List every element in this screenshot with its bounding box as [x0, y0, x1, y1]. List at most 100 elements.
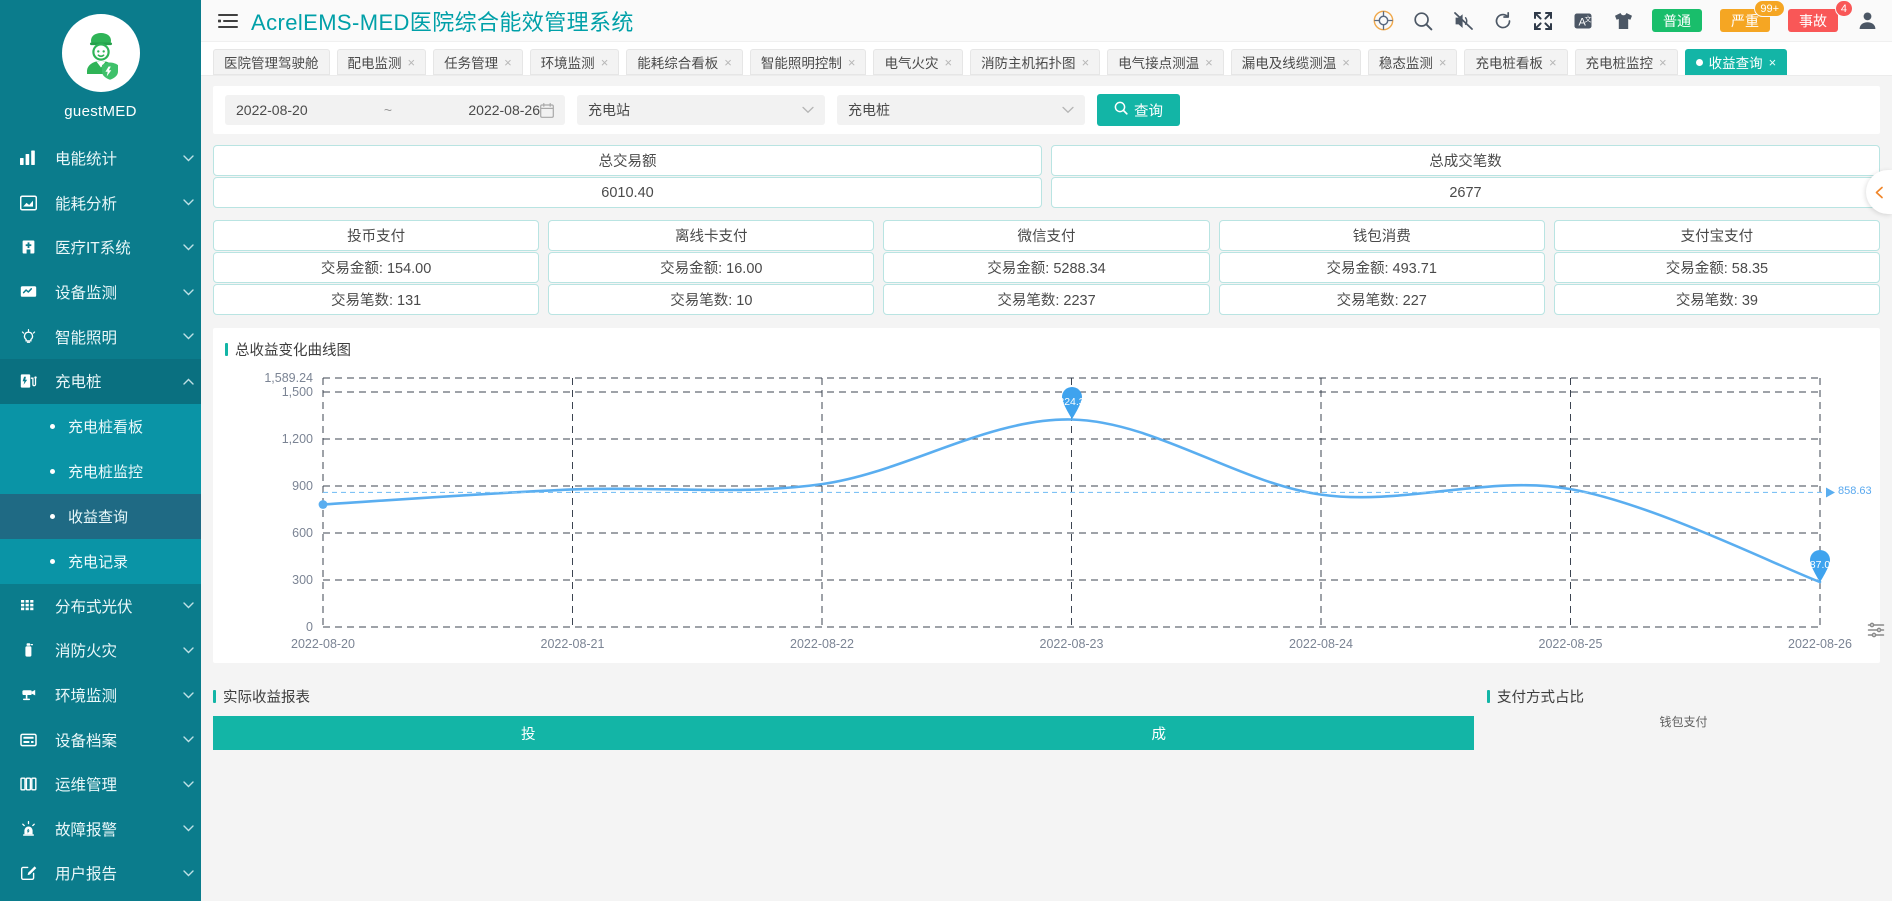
search-icon[interactable]	[1412, 10, 1434, 32]
tab-label: 充电桩看板	[1475, 52, 1543, 72]
bar-chart-icon	[20, 148, 46, 168]
refresh-icon[interactable]	[1492, 10, 1514, 32]
close-icon[interactable]: ×	[601, 56, 609, 69]
sidebar-subitem-充电桩看板[interactable]: 充电桩看板	[0, 404, 201, 449]
station-select[interactable]: 充电站	[577, 95, 825, 125]
chevron-down-icon	[175, 244, 201, 251]
tab-收益查询[interactable]: 收益查询 ×	[1685, 49, 1788, 75]
chevron-left-icon	[1874, 186, 1885, 199]
average-arrow-icon	[1826, 487, 1835, 497]
sidebar-item-电能统计[interactable]: 电能统计	[0, 136, 201, 181]
sidebar-item-运维管理[interactable]: 运维管理	[0, 762, 201, 807]
summary-card-总交易额: 总交易额 6010.40	[213, 145, 1042, 208]
station-select-value: 充电站	[588, 100, 802, 120]
close-icon[interactable]: ×	[724, 56, 732, 69]
average-value-label: 858.63	[1838, 485, 1872, 497]
sidebar-subitem-充电桩监控[interactable]: 充电桩监控	[0, 449, 201, 494]
report-table-header: 投 成	[213, 716, 1474, 750]
close-icon[interactable]: ×	[848, 56, 856, 69]
alarm-pill-accident-wrap: 事故 4	[1788, 9, 1838, 32]
chevron-down-icon	[175, 736, 201, 743]
tab-消防主机拓扑图[interactable]: 消防主机拓扑图×	[970, 49, 1100, 75]
tab-label: 环境监测	[541, 52, 595, 72]
date-start-value: 2022-08-20	[236, 102, 308, 118]
sidebar-item-label: 消防火灾	[55, 639, 175, 661]
alarm-pill-accident[interactable]: 事故	[1788, 9, 1838, 32]
sidebar-item-用户报告[interactable]: 用户报告	[0, 851, 201, 896]
close-icon[interactable]: ×	[1549, 56, 1557, 69]
sidebar-item-医疗IT系统[interactable]: 医疗IT系统	[0, 225, 201, 270]
bulb-icon	[20, 327, 46, 347]
sidebar-item-智能照明[interactable]: 智能照明	[0, 314, 201, 359]
close-icon[interactable]: ×	[1342, 56, 1350, 69]
tab-配电监测[interactable]: 配电监测×	[337, 49, 427, 75]
fullscreen-icon[interactable]	[1532, 10, 1554, 32]
pie-title: 支付方式占比	[1487, 675, 1880, 707]
x-axis-tick-label: 2022-08-21	[541, 637, 605, 651]
sidebar-item-故障报警[interactable]: 故障报警	[0, 807, 201, 852]
close-icon[interactable]: ×	[944, 56, 952, 69]
hospital-icon	[20, 237, 46, 257]
bullet-dot-icon	[50, 469, 55, 474]
tab-漏电及线缆测温[interactable]: 漏电及线缆测温×	[1231, 49, 1361, 75]
user-avatar-icon[interactable]	[1856, 10, 1878, 32]
x-axis-tick-label: 2022-08-25	[1539, 637, 1603, 651]
avatar[interactable]	[62, 14, 140, 92]
payment-card-title: 钱包消费	[1219, 220, 1545, 251]
tab-稳态监测[interactable]: 稳态监测×	[1368, 49, 1458, 75]
close-icon[interactable]: ×	[1659, 56, 1667, 69]
svg-text:文: 文	[1585, 14, 1592, 23]
tab-医院管理驾驶舱[interactable]: 医院管理驾驶舱	[213, 49, 330, 75]
sidebar-subitem-收益查询[interactable]: 收益查询	[0, 494, 201, 539]
content-area: 2022-08-20 ~ 2022-08-26 充电站 充电桩	[201, 76, 1892, 901]
sidebar-item-label: 用户报告	[55, 862, 175, 884]
close-icon[interactable]: ×	[408, 56, 416, 69]
pile-select[interactable]: 充电桩	[837, 95, 1085, 125]
alarm-pill-normal[interactable]: 普通	[1652, 9, 1702, 32]
tab-bar: 医院管理驾驶舱 配电监测× 任务管理× 环境监测 × 能耗综合看板× 智能照明控制…	[201, 42, 1892, 76]
tab-能耗综合看板[interactable]: 能耗综合看板×	[626, 49, 743, 75]
sidebar-item-分布式光伏[interactable]: 分布式光伏	[0, 584, 201, 629]
hamburger-icon[interactable]	[217, 10, 239, 32]
tab-智能照明控制[interactable]: 智能照明控制×	[750, 49, 867, 75]
tab-任务管理[interactable]: 任务管理×	[433, 49, 523, 75]
sidebar-item-环境监测[interactable]: 环境监测	[0, 673, 201, 718]
theme-shirt-icon[interactable]	[1612, 10, 1634, 32]
chevron-down-icon	[175, 870, 201, 877]
revenue-line-chart[interactable]: 03006009001,2001,5001,589.242022-08-2020…	[213, 360, 1880, 663]
close-icon[interactable]: ×	[1205, 56, 1213, 69]
sidebar-item-设备监测[interactable]: 设备监测	[0, 270, 201, 315]
tab-充电桩看板[interactable]: 充电桩看板 ×	[1464, 49, 1567, 75]
query-button[interactable]: 查询	[1097, 94, 1180, 126]
sidebar-subitem-充电记录[interactable]: 充电记录	[0, 539, 201, 584]
bullet-dot-icon	[50, 559, 55, 564]
tab-label: 收益查询	[1709, 52, 1763, 72]
date-range-picker[interactable]: 2022-08-20 ~ 2022-08-26	[225, 95, 565, 125]
close-icon[interactable]: ×	[1769, 56, 1777, 69]
mute-icon[interactable]	[1452, 10, 1474, 32]
lifebuoy-icon[interactable]	[1372, 10, 1394, 32]
sidebar-item-设备档案[interactable]: 设备档案	[0, 717, 201, 762]
engineer-avatar-icon	[70, 22, 132, 84]
y-axis-tick-label: 0	[306, 620, 313, 634]
tab-充电桩监控[interactable]: 充电桩监控×	[1575, 49, 1678, 75]
alarm-count-accident: 4	[1835, 0, 1853, 17]
tab-电气火灾[interactable]: 电气火灾×	[873, 49, 963, 75]
sidebar-item-label: 充电桩	[55, 370, 175, 392]
chart-settings-icon[interactable]	[1866, 620, 1886, 640]
sidebar-item-能耗分析[interactable]: 能耗分析	[0, 181, 201, 226]
payment-card-微信支付: 微信支付 交易金额: 5288.34 交易笔数: 2237	[883, 220, 1209, 315]
payment-card-title: 微信支付	[883, 220, 1209, 251]
tab-环境监测[interactable]: 环境监测 ×	[530, 49, 620, 75]
close-icon[interactable]: ×	[1439, 56, 1447, 69]
close-icon[interactable]: ×	[1082, 56, 1090, 69]
close-icon[interactable]: ×	[504, 56, 512, 69]
header-icon-group: A文 普通 严重 99+ 事故 4	[1372, 9, 1878, 32]
monitor-icon	[20, 282, 46, 302]
tab-电气接点测温[interactable]: 电气接点测温×	[1107, 49, 1224, 75]
sidebar-item-label: 分布式光伏	[55, 595, 175, 617]
sidebar-item-消防火灾[interactable]: 消防火灾	[0, 628, 201, 673]
translate-icon[interactable]: A文	[1572, 10, 1594, 32]
sidebar-item-充电桩[interactable]: 充电桩	[0, 359, 201, 404]
payment-card-amount: 交易金额: 493.71	[1219, 252, 1545, 283]
